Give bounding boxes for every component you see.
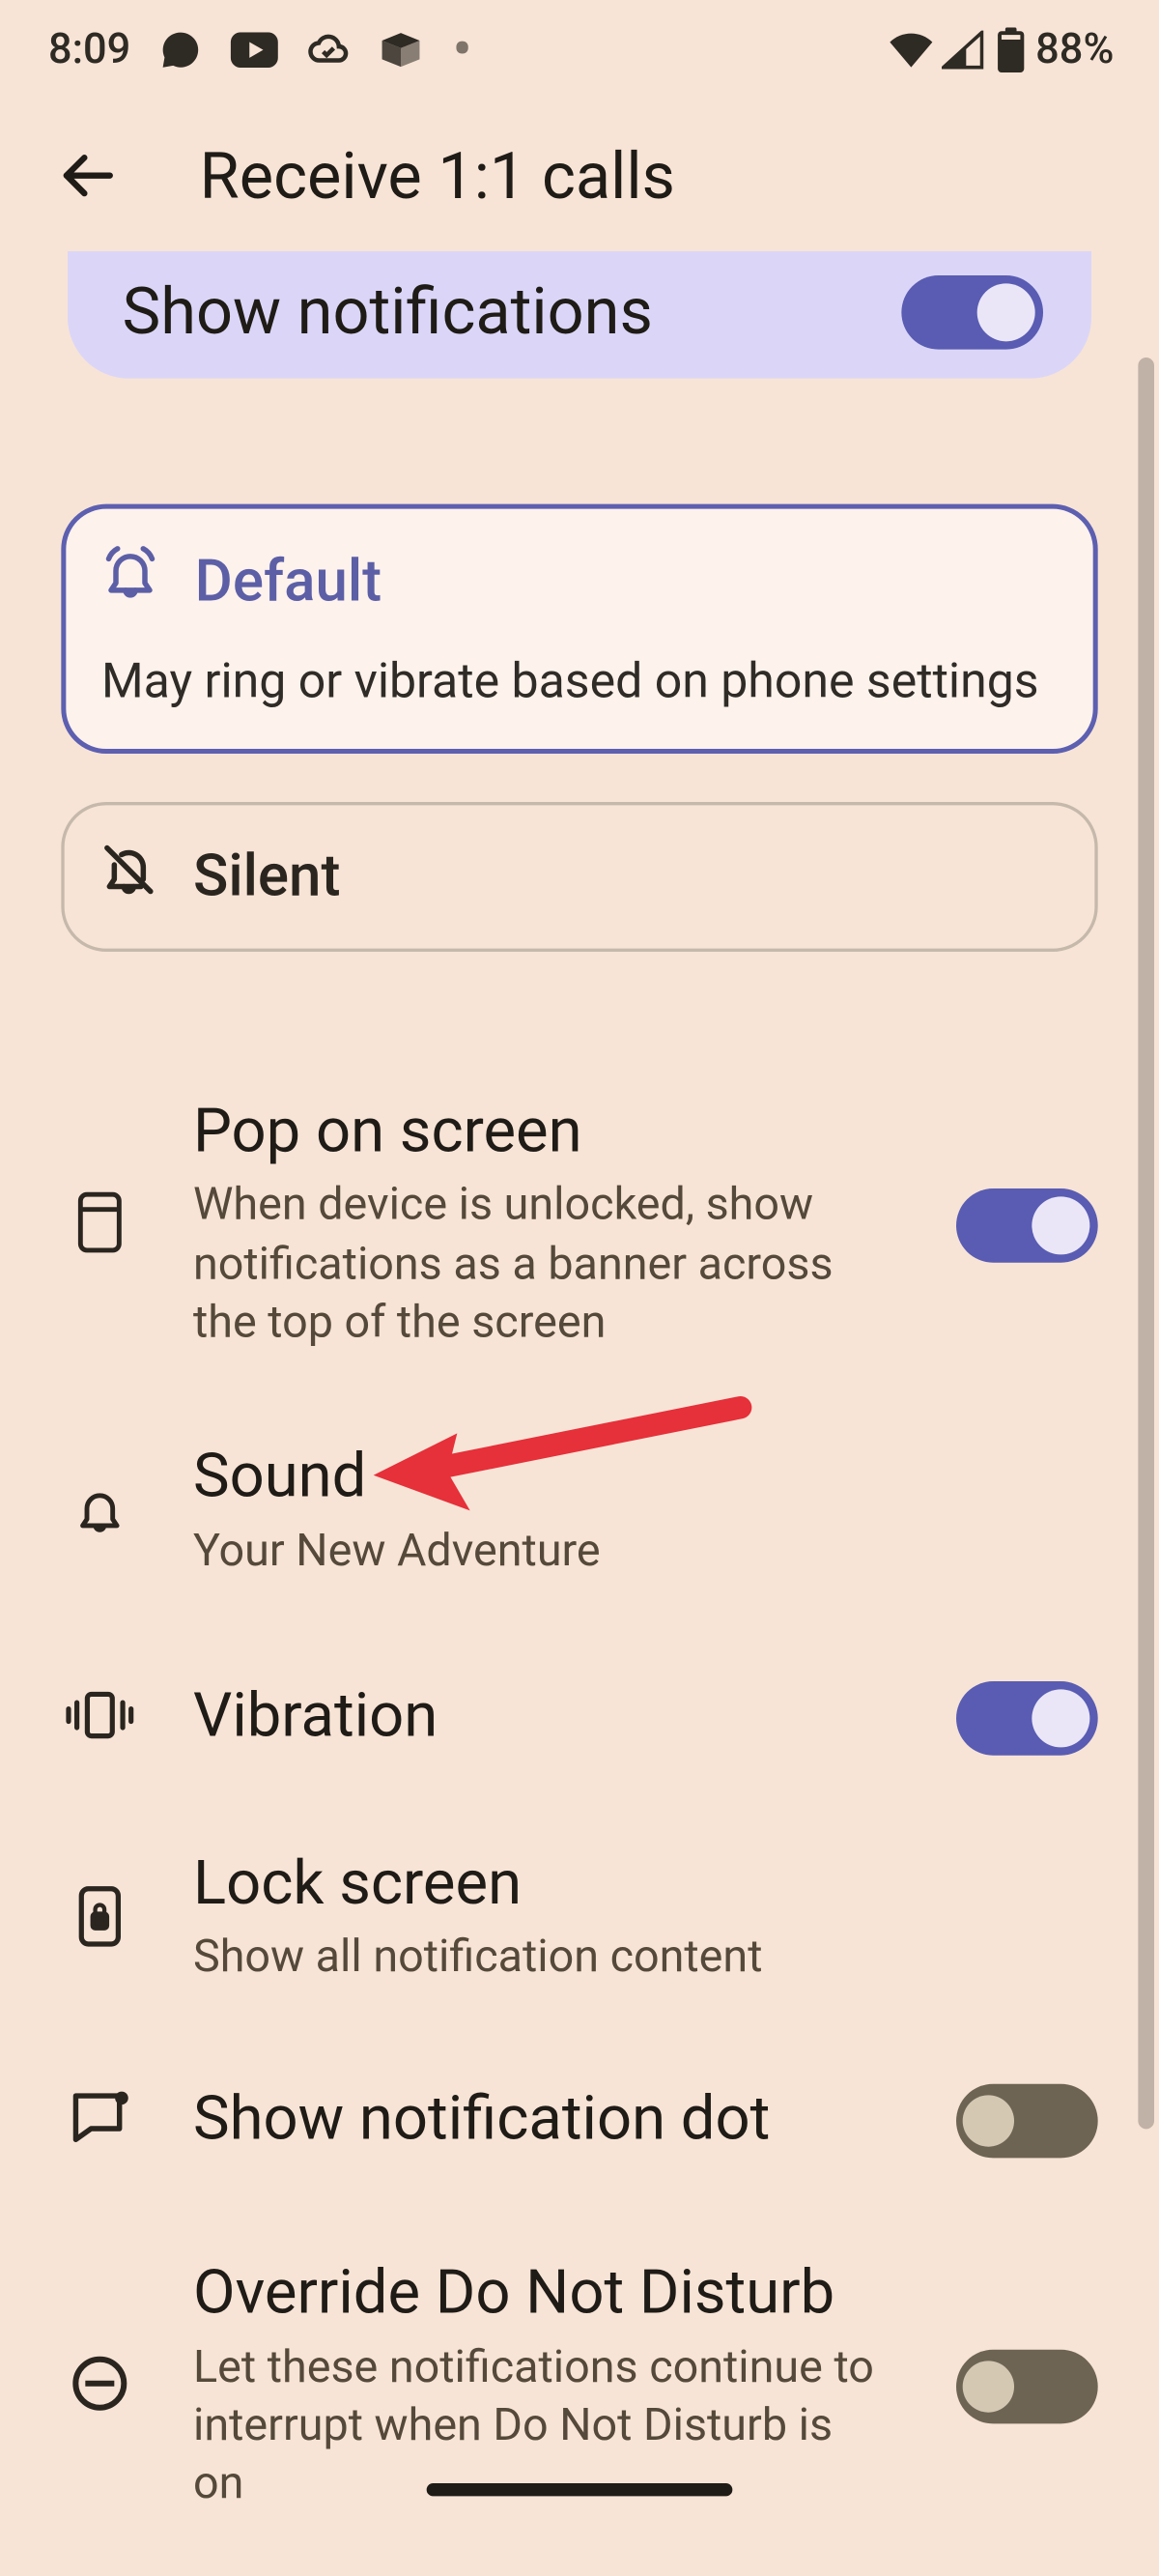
dnd-title: Override Do Not Disturb <box>193 2261 879 2329</box>
show-notifications-row[interactable]: Show notifications <box>68 251 1091 379</box>
status-bar: 8:09 • 88% <box>0 0 1159 100</box>
vibration-toggle[interactable] <box>956 1680 1098 1755</box>
override-dnd-row[interactable]: Override Do Not Disturb Let these notifi… <box>61 2213 1097 2526</box>
pop-sub: When device is unlocked, show notificati… <box>193 1176 879 1352</box>
nav-handle[interactable] <box>427 2483 733 2496</box>
chat-dot-icon <box>70 2088 130 2153</box>
back-button[interactable] <box>42 130 131 220</box>
dot-toggle[interactable] <box>956 2083 1098 2158</box>
lockscreen-sub: Show all notification content <box>193 1929 1075 1988</box>
dnd-icon <box>71 2355 128 2419</box>
bell-off-icon <box>99 840 157 912</box>
battery-icon <box>997 27 1026 72</box>
vibration-icon <box>65 1689 135 1747</box>
mode-default[interactable]: Default May ring or vibrate based on pho… <box>61 504 1097 754</box>
dot-title: Show notification dot <box>193 2087 879 2155</box>
bell-icon <box>74 1481 126 1546</box>
wifi-icon <box>888 31 936 70</box>
mode-silent[interactable]: Silent <box>61 801 1097 951</box>
show-notifications-label: Show notifications <box>123 273 653 349</box>
app-bar: Receive 1:1 calls <box>0 100 1159 251</box>
mode-silent-label: Silent <box>193 843 340 910</box>
mode-default-desc: May ring or vibrate based on phone setti… <box>101 652 1051 713</box>
chat-bubble-icon <box>159 29 201 71</box>
vibration-row[interactable]: Vibration <box>61 1626 1097 1810</box>
notification-dot-row[interactable]: Show notification dot <box>61 2029 1097 2213</box>
vibration-title: Vibration <box>193 1684 879 1752</box>
package-icon <box>379 31 424 70</box>
cloud-sync-icon <box>308 29 350 71</box>
page-title: Receive 1:1 calls <box>200 138 675 214</box>
lockscreen-icon <box>75 1884 124 1955</box>
status-time: 8:09 <box>48 26 130 74</box>
show-notifications-toggle[interactable] <box>901 274 1043 349</box>
lockscreen-title: Lock screen <box>193 1851 1075 1919</box>
mode-default-label: Default <box>195 547 382 615</box>
pop-toggle[interactable] <box>956 1188 1098 1263</box>
arrow-left-icon <box>56 145 117 206</box>
pop-on-screen-row[interactable]: Pop on screen When device is unlocked, s… <box>61 1051 1097 1401</box>
phone-banner-icon <box>74 1190 126 1261</box>
status-battery-pct: 88% <box>1035 26 1114 74</box>
youtube-icon <box>231 32 279 68</box>
pop-title: Pop on screen <box>193 1100 879 1167</box>
signal-icon <box>943 31 984 70</box>
sound-row[interactable]: Sound Your New Adventure <box>61 1400 1097 1626</box>
lockscreen-row[interactable]: Lock screen Show all notification conten… <box>61 1810 1097 2029</box>
dnd-toggle[interactable] <box>956 2350 1098 2424</box>
bell-ring-icon <box>101 544 159 616</box>
sound-sub: Your New Adventure <box>193 1522 1075 1581</box>
sound-title: Sound <box>193 1445 1075 1513</box>
scrollbar[interactable] <box>1138 358 1154 2129</box>
